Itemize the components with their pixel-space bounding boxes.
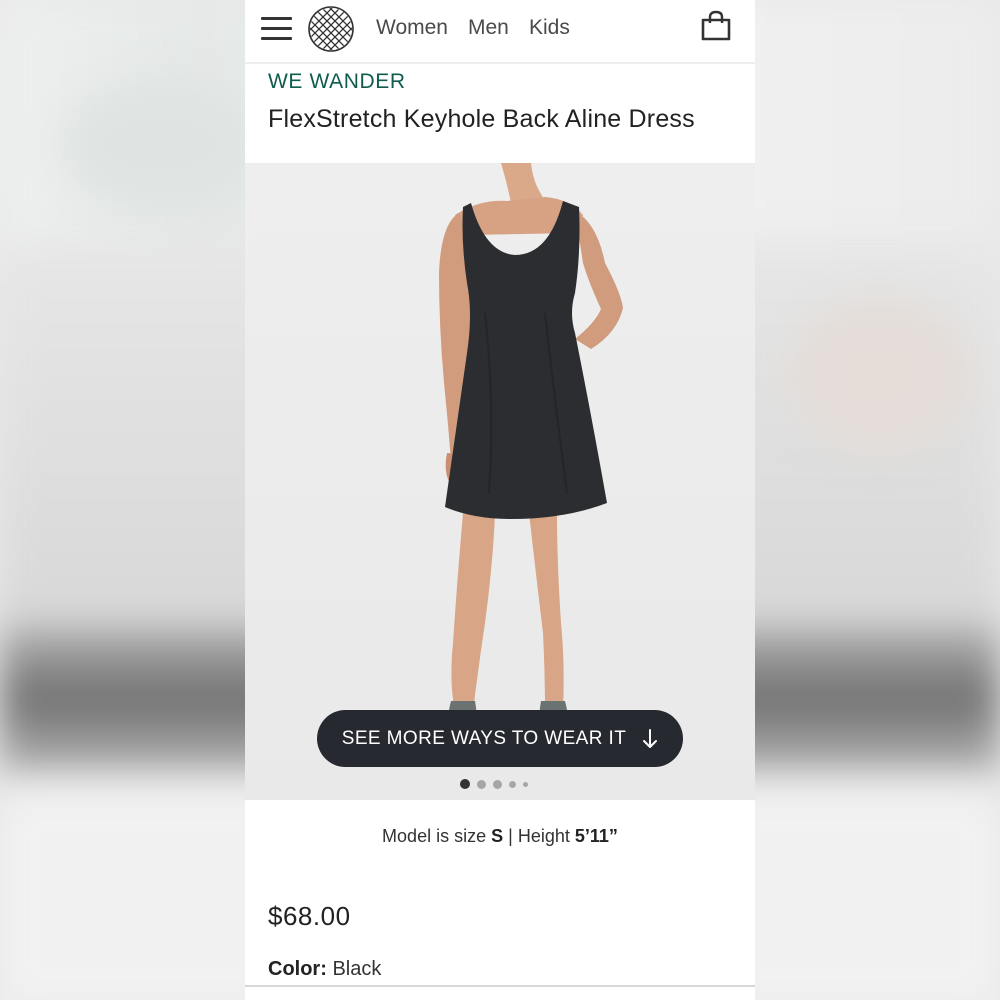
- model-size-info: Model is size S | Height 5’11”: [382, 826, 618, 846]
- arrow-down-icon: [643, 728, 658, 748]
- nav-link-men[interactable]: Men: [468, 16, 509, 40]
- carousel-dots: [460, 778, 540, 790]
- divider: [245, 985, 755, 987]
- carousel-dot[interactable]: [493, 779, 502, 789]
- nav-link-kids[interactable]: Kids: [529, 16, 570, 40]
- top-navigation: Women Men Kids: [245, 0, 755, 64]
- see-more-ways-button[interactable]: SEE MORE WAYS TO WEAR IT: [317, 710, 683, 767]
- model-size: S: [491, 826, 504, 846]
- product-brand[interactable]: WE WANDER: [268, 70, 406, 94]
- product-price: $68.00: [268, 901, 351, 931]
- nav-link-women[interactable]: Women: [376, 16, 448, 40]
- carousel-dot[interactable]: [509, 780, 516, 788]
- carousel-dot[interactable]: [477, 779, 486, 789]
- carousel-dot[interactable]: [460, 779, 470, 789]
- product-color: Color: Black: [268, 958, 381, 981]
- shopping-bag-icon[interactable]: [699, 9, 733, 43]
- stitch-fix-logo[interactable]: [307, 5, 355, 53]
- product-photo-model: [439, 163, 623, 743]
- product-image-carousel[interactable]: SEE MORE WAYS TO WEAR IT: [245, 163, 755, 800]
- color-label: Color:: [268, 958, 327, 980]
- model-height: 5’11”: [574, 826, 618, 846]
- see-more-ways-label: SEE MORE WAYS TO WEAR IT: [341, 727, 627, 749]
- carousel-dot[interactable]: [523, 781, 528, 787]
- mobile-screen: Women Men Kids WE WANDER FlexStretch Key…: [245, 0, 755, 1000]
- hamburger-menu-icon[interactable]: [261, 14, 293, 42]
- color-value: Black: [332, 958, 382, 980]
- product-title: FlexStretch Keyhole Back Aline Dress: [268, 105, 695, 133]
